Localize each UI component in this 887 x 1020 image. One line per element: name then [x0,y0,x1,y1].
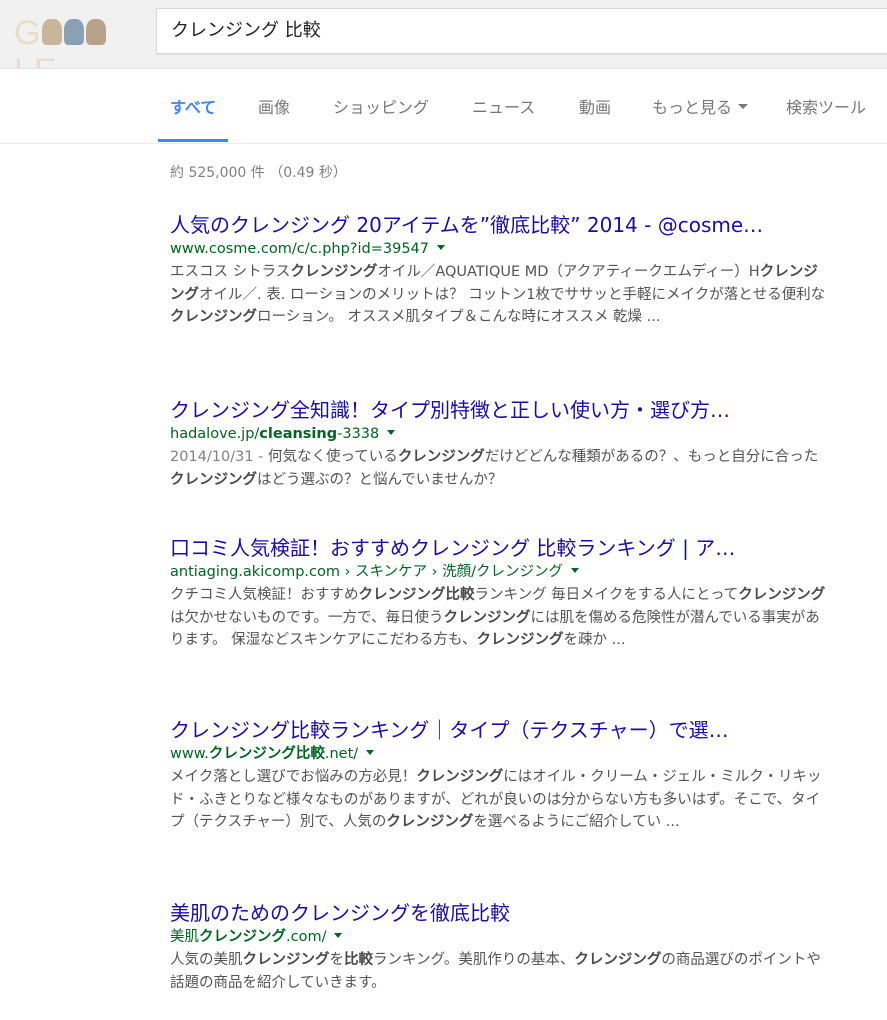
tab-news[interactable]: ニュース [472,94,535,118]
url-options-caret-icon[interactable] [387,429,396,435]
text-segment: hadalove.jp/ [170,426,260,442]
tab-more[interactable]: もっと見る [652,94,749,118]
text-segment: を [329,952,345,968]
text-segment: antiaging.akicomp.com › スキンケア › 洗顔/クレンジン… [170,564,563,580]
result-title-link[interactable]: クレンジング比較ランキング｜タイプ（テクスチャー）で選… [170,717,820,743]
search-result: クレンジング全知識！タイプ別特徴と正しい使い方・選び方… hadalove.jp… [170,397,830,491]
result-snippet-text: メイク落とし選びでお悩みの方必見！クレンジングにはオイル・クリーム・ジェル・ミル… [170,769,822,830]
highlighted-term: cleansing [259,426,338,442]
text-segment: www.cosme.com/c/c.php?id=39547 [170,241,430,257]
highlighted-term: クレンジング [738,587,826,603]
highlighted-term: クレンジング [242,952,330,968]
tab-search-tools[interactable]: 検索ツール [786,94,866,118]
doodle-figure-icon [86,19,107,46]
result-title-link[interactable]: クレンジング全知識！タイプ別特徴と正しい使い方・選び方… [170,397,820,423]
result-title-link[interactable]: 口コミ人気検証！おすすめクレンジング 比較ランキング | ア… [170,535,820,561]
result-url: antiaging.akicomp.com › スキンケア › 洗顔/クレンジン… [170,562,830,582]
result-title-link[interactable]: 美肌のためのクレンジングを徹底比較 [170,900,820,926]
result-date: 2014/10/31 - [170,449,269,465]
text-segment: 美肌 [170,929,199,945]
tab-videos[interactable]: 動画 [579,94,611,118]
search-input[interactable] [171,9,871,53]
search-tabs: すべて 画像 ショッピング ニュース 動画 もっと見る 検索ツール [0,69,887,144]
text-segment: だけどどんな種類があるの？、もっと自分に合った [484,449,819,465]
result-snippet: メイク落とし選びでお悩みの方必見！クレンジングにはオイル・クリーム・ジェル・ミル… [170,766,830,834]
search-result: 人気のクレンジング 20アイテムを”徹底比較” 2014 - @cosme… w… [170,212,830,329]
result-url: www.クレンジング比較.net/ [170,744,830,764]
text-segment: .net/ [324,746,359,762]
result-snippet: クチコミ人気検証！おすすめクレンジング比較ランキング 毎日メイクをする人にとって… [170,584,830,652]
search-box[interactable] [156,8,887,54]
result-snippet: 人気の美肌クレンジングを比較ランキング。美肌作りの基本、クレンジングの商品選びの… [170,949,830,994]
text-segment: ランキング。美肌作りの基本、 [373,952,575,968]
chevron-down-icon [738,104,749,109]
text-segment: は欠かせないものです。一方で、毎日使う [170,609,444,626]
text-segment: .com/ [286,929,327,945]
highlighted-term: クレンジング [416,769,504,785]
header-bar: GLE [0,0,887,90]
highlighted-term: クレンジング [443,609,531,626]
text-segment: -3338 [337,426,380,442]
result-snippet-text: 人気の美肌クレンジングを比較ランキング。美肌作りの基本、クレンジングの商品選びの… [170,952,821,991]
highlighted-term: クレンジング [386,814,474,830]
url-options-caret-icon[interactable] [570,567,579,573]
text-segment: ランキング 毎日メイクをする人にとって [474,587,739,603]
result-snippet-text: 何気なく使っているクレンジングだけどどんな種類があるの？、もっと自分に合ったクレ… [170,449,818,488]
text-segment: を選べるようにご紹介してい ... [473,814,680,830]
text-segment: オイル／. 表. ローションのメリットは？ コットン1枚でササッと手軽にメイクが… [199,286,826,303]
result-snippet-text: エスコス シトラスクレンジングオイル／AQUATIQUE MD（アクアティークエ… [170,264,825,325]
result-snippet-text: クチコミ人気検証！おすすめクレンジング比較ランキング 毎日メイクをする人にとって… [170,587,825,648]
highlighted-term: クレンジング [199,929,286,945]
text-segment: メイク落とし選びでお悩みの方必見！ [170,769,417,785]
doodle-figure-icon [42,19,63,46]
url-options-caret-icon[interactable] [437,244,446,250]
result-snippet: 2014/10/31 - 何気なく使っているクレンジングだけどどんな種類があるの… [170,446,830,491]
text-segment: 何気なく使っている [268,449,398,465]
highlighted-term: クレンジング [170,471,257,488]
highlighted-term: クレンジング比較 [358,587,475,603]
url-options-caret-icon[interactable] [334,932,343,938]
doodle-figure-icon [64,19,85,46]
result-url: 美肌クレンジング.com/ [170,927,830,947]
text-segment: ローション。 オススメ肌タイプ＆こんな時にオススメ 乾燥 ... [257,309,661,325]
highlighted-term: クレンジング比較 [208,746,325,762]
highlighted-term: 比較 [344,952,373,968]
highlighted-term: クレンジング [574,952,662,968]
active-tab-indicator [158,139,228,142]
url-options-caret-icon[interactable] [366,749,375,755]
text-segment: を疎か ... [563,632,626,648]
tab-more-label: もっと見る [652,98,733,117]
result-url-text: www.cosme.com/c/c.php?id=39547 [170,241,429,257]
result-url: www.cosme.com/c/c.php?id=39547 [170,239,830,259]
result-url-text: hadalove.jp/cleansing-3338 [170,426,379,442]
result-url-text: www.クレンジング比較.net/ [170,746,358,762]
search-result: クレンジング比較ランキング｜タイプ（テクスチャー）で選… www.クレンジング比… [170,717,830,834]
highlighted-term: クレンジング [476,632,564,648]
text-segment: クチコミ人気検証！おすすめ [170,587,359,603]
tab-images[interactable]: 画像 [258,94,290,118]
text-segment: www. [170,746,209,762]
highlighted-term: クレンジング [290,264,378,280]
search-result: 美肌のためのクレンジングを徹底比較 美肌クレンジング.com/ 人気の美肌クレン… [170,900,830,994]
result-url: hadalove.jp/cleansing-3338 [170,424,830,444]
logo-letter-g: G [14,14,42,52]
result-stats: 約 525,000 件 （0.49 秒） [170,165,347,181]
text-segment: オイル／AQUATIQUE MD（アクアティークエムディー）H [377,264,760,280]
tab-shopping[interactable]: ショッピング [333,94,429,118]
text-segment: 人気の美肌 [170,952,243,968]
result-snippet: エスコス シトラスクレンジングオイル／AQUATIQUE MD（アクアティークエ… [170,261,830,329]
highlighted-term: クレンジング [397,449,485,465]
text-segment: はどう選ぶの？と悩んでいませんか？ [257,471,503,488]
result-url-text: antiaging.akicomp.com › スキンケア › 洗顔/クレンジン… [170,564,563,580]
google-doodle-logo[interactable]: GLE [14,14,134,90]
highlighted-term: クレンジング [170,309,257,325]
result-title-link[interactable]: 人気のクレンジング 20アイテムを”徹底比較” 2014 - @cosme… [170,212,820,238]
text-segment: エスコス シトラス [170,264,291,280]
search-result: 口コミ人気検証！おすすめクレンジング 比較ランキング | ア… antiagin… [170,535,830,652]
tab-all[interactable]: すべて [170,94,216,118]
result-url-text: 美肌クレンジング.com/ [170,929,326,945]
